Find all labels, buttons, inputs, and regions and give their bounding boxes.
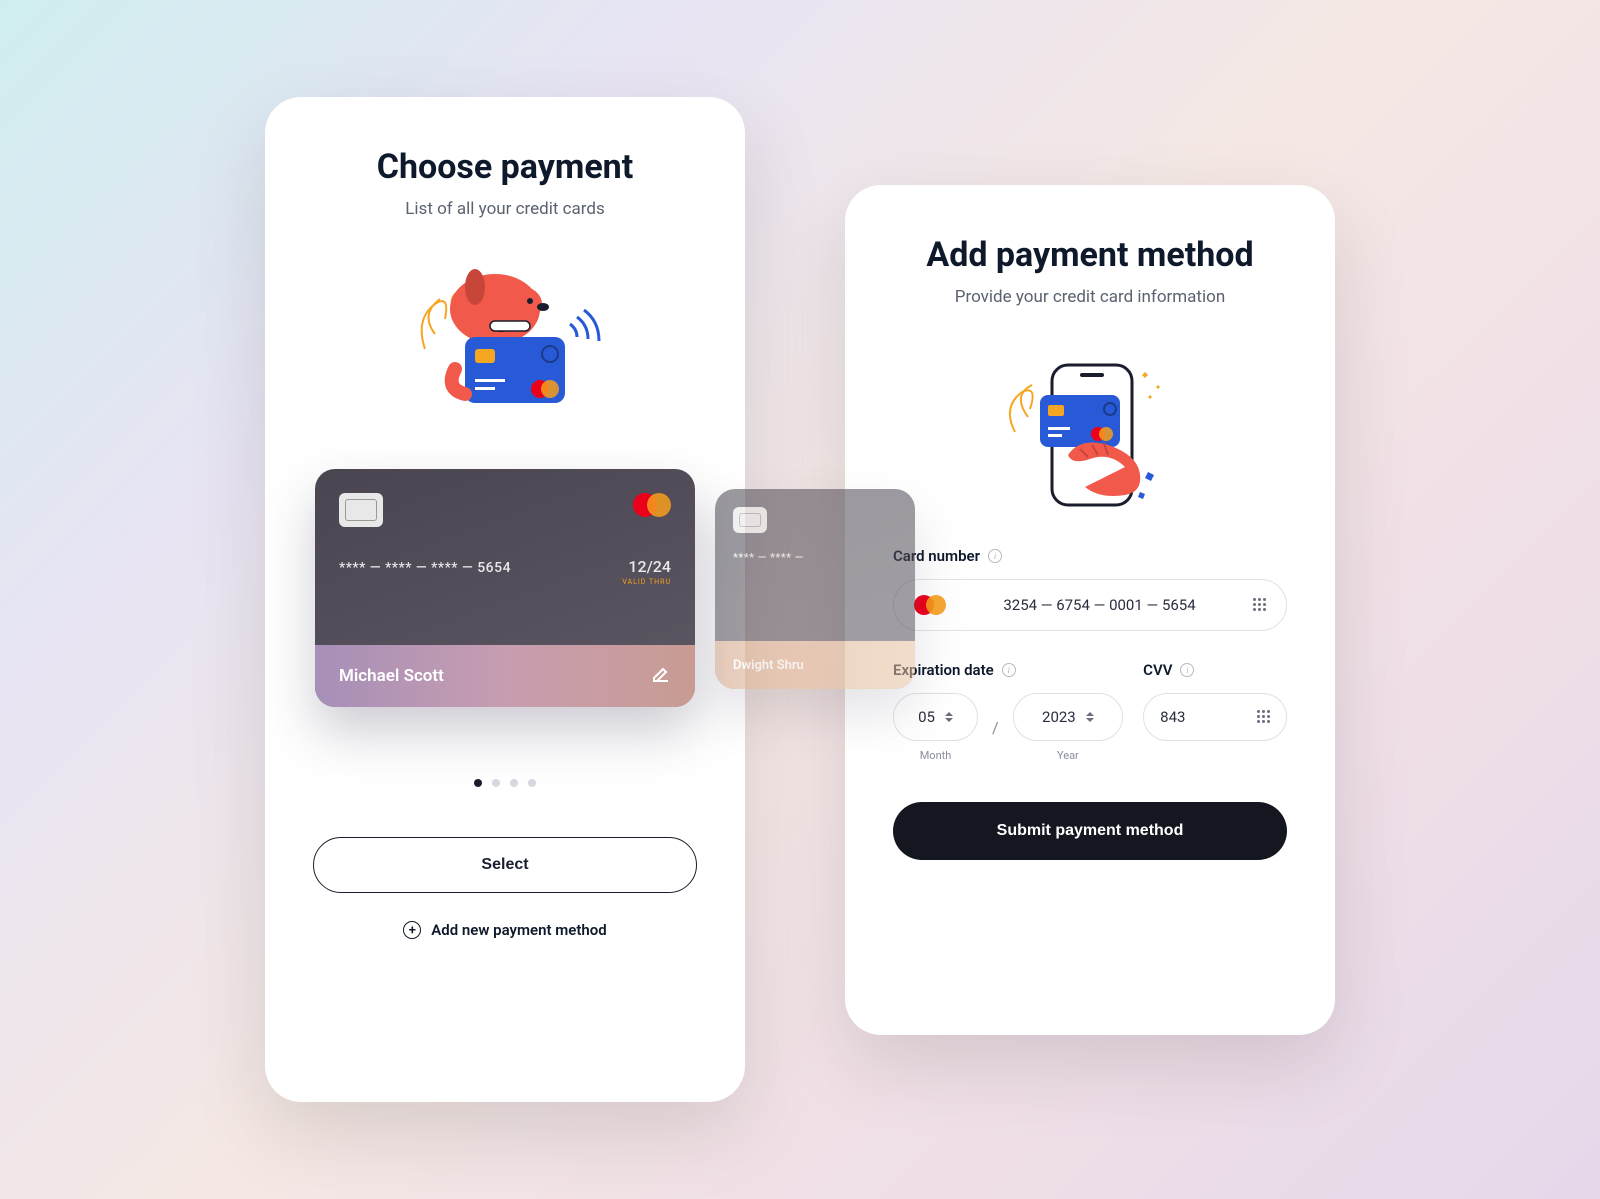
keypad-icon[interactable] — [1257, 710, 1270, 723]
card-expiry-label: VALID THRU — [622, 578, 671, 586]
chip-icon — [339, 493, 383, 527]
credit-card-primary[interactable]: **** — **** — **** — 5654 12/24 VALID TH… — [315, 469, 695, 707]
card-number-value: 3254 — 6754 — 0001 — 5654 — [960, 596, 1239, 614]
card-holder-name-2: Dwight Shru — [733, 658, 804, 673]
submit-button[interactable]: Submit payment method — [893, 802, 1287, 860]
dot-3[interactable] — [510, 779, 518, 787]
credit-card-secondary[interactable]: **** — **** — Dwight Shru — [715, 489, 915, 689]
carousel-dots — [313, 779, 697, 787]
stepper-arrows-icon — [1086, 712, 1094, 722]
card-carousel[interactable]: **** — **** — **** — 5654 12/24 VALID TH… — [265, 459, 745, 739]
cvv-input[interactable]: 843 — [1143, 693, 1287, 741]
mastercard-icon — [633, 493, 671, 517]
add-payment-subtitle: Provide your credit card information — [893, 287, 1287, 307]
month-sublabel: Month — [893, 749, 978, 762]
cvv-value: 843 — [1160, 708, 1185, 726]
info-icon[interactable]: i — [1180, 663, 1194, 677]
card-number-masked: **** — **** — **** — 5654 — [339, 560, 511, 576]
add-payment-title: Add payment method — [893, 235, 1287, 275]
month-value: 05 — [918, 708, 935, 726]
choose-payment-subtitle: List of all your credit cards — [313, 199, 697, 219]
choose-payment-title: Choose payment — [313, 147, 697, 187]
edit-icon[interactable] — [651, 664, 671, 688]
chip-icon — [733, 507, 767, 533]
mastercard-icon — [914, 595, 946, 615]
year-value: 2023 — [1042, 708, 1076, 726]
plus-circle-icon: + — [403, 921, 421, 939]
card-number-input[interactable]: 3254 — 6754 — 0001 — 5654 — [893, 579, 1287, 631]
add-payment-panel: Add payment method Provide your credit c… — [845, 185, 1335, 1035]
stepper-arrows-icon — [945, 712, 953, 722]
date-separator: / — [992, 718, 999, 737]
choose-payment-panel: Choose payment List of all your credit c… — [265, 97, 745, 1102]
dot-2[interactable] — [492, 779, 500, 787]
dot-1[interactable] — [474, 779, 482, 787]
add-payment-link[interactable]: + Add new payment method — [313, 921, 697, 939]
info-icon[interactable]: i — [988, 549, 1002, 563]
dot-4[interactable] — [528, 779, 536, 787]
info-icon[interactable]: i — [1002, 663, 1016, 677]
year-stepper[interactable]: 2023 — [1013, 693, 1124, 741]
card-holder-name: Michael Scott — [339, 666, 444, 686]
year-sublabel: Year — [1013, 749, 1124, 762]
add-payment-label: Add new payment method — [431, 921, 606, 939]
cvv-label: CVV — [1143, 661, 1172, 679]
month-stepper[interactable]: 05 — [893, 693, 978, 741]
card-expiry: 12/24 — [622, 557, 671, 576]
select-button[interactable]: Select — [313, 837, 697, 893]
keypad-icon[interactable] — [1253, 598, 1266, 611]
phone-card-illustration — [893, 337, 1287, 517]
dog-card-illustration — [313, 249, 697, 429]
